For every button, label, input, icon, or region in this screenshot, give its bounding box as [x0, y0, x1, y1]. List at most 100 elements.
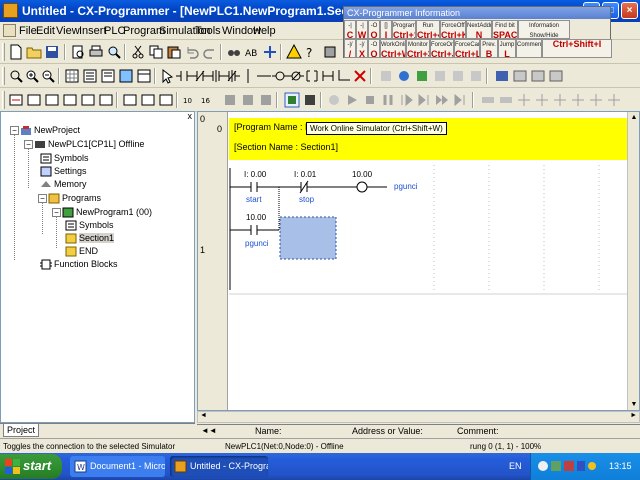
menu-tools[interactable]: Tools [195, 25, 221, 37]
start-button[interactable]: start [0, 454, 62, 479]
sim-tool-4-icon[interactable] [534, 92, 550, 108]
warning-icon[interactable] [286, 44, 302, 60]
sim-tool-1-icon[interactable] [480, 92, 496, 108]
zoom-icon[interactable] [106, 44, 122, 60]
new-file-icon[interactable] [8, 44, 24, 60]
rung-comments-icon[interactable] [100, 68, 116, 84]
tools-icon[interactable] [322, 44, 338, 60]
compile-icon[interactable] [414, 68, 430, 84]
line-connect-icon[interactable] [336, 68, 352, 84]
transfer-to-plc-icon[interactable] [122, 92, 138, 108]
save-icon[interactable] [44, 44, 60, 60]
scroll-right-icon[interactable]: ► [630, 412, 637, 419]
set-icon[interactable] [222, 92, 238, 108]
tree-item-memory[interactable]: Memory [40, 178, 87, 190]
tree-item-end[interactable]: END [65, 245, 98, 257]
cross-reference-icon[interactable] [262, 44, 278, 60]
tree-item-function-blocks[interactable]: Function Blocks [40, 258, 118, 270]
ladder-diagram-view[interactable]: 0 0 1 [Program Name : NewP [Section Name… [197, 111, 640, 411]
tool-c-icon[interactable] [468, 68, 484, 84]
help-pointer-icon[interactable]: ? [304, 44, 320, 60]
horizontal-scrollbar[interactable]: ◄ ► [197, 411, 640, 423]
simulator-settings-icon[interactable] [302, 92, 318, 108]
reset-icon[interactable] [240, 92, 256, 108]
menu-help[interactable]: Help [253, 25, 276, 37]
rung-0[interactable]: I: 0.00 start I: 0.01 stop 10.00 pgunci … [229, 160, 639, 410]
sim-tool-7-icon[interactable] [588, 92, 604, 108]
nav-arrows-icon[interactable]: ◄◄ [201, 426, 217, 435]
copy-icon[interactable] [148, 44, 164, 60]
expand-newplc1[interactable]: − [24, 140, 33, 149]
contact-or-icon[interactable] [208, 68, 224, 84]
scroll-left-icon[interactable]: ◄ [200, 412, 207, 419]
work-online-icon[interactable] [8, 92, 24, 108]
tool-a-icon[interactable] [432, 68, 448, 84]
sim-continue-icon[interactable] [434, 92, 450, 108]
print-icon[interactable] [88, 44, 104, 60]
compare-icon[interactable] [158, 92, 174, 108]
workspace-close-button[interactable]: x [188, 111, 193, 121]
contact-no-icon[interactable] [176, 68, 192, 84]
sim-tool-6-icon[interactable] [570, 92, 586, 108]
sim-step-out-icon[interactable] [416, 92, 432, 108]
expand-newprogram1[interactable]: − [52, 208, 61, 217]
scroll-up-icon[interactable]: ▲ [629, 113, 639, 123]
grid-icon[interactable] [64, 68, 80, 84]
vertical-line-icon[interactable] [240, 68, 256, 84]
tab-project[interactable]: Project [3, 424, 39, 437]
tree-item-local-symbols[interactable]: Symbols [65, 219, 114, 231]
debug-mode-icon[interactable] [62, 92, 78, 108]
replace-icon[interactable]: AB [244, 44, 260, 60]
program-mode-icon[interactable] [44, 92, 60, 108]
menu-insert[interactable]: Insert [79, 25, 107, 37]
menu-view[interactable]: View [56, 25, 80, 37]
redo-icon[interactable] [202, 44, 218, 60]
sim-stop-icon[interactable] [362, 92, 378, 108]
differential-monitor-icon[interactable] [258, 92, 274, 108]
watch-window-icon[interactable] [136, 68, 152, 84]
tree-item-programs[interactable]: Programs [40, 192, 101, 204]
expand-newproject[interactable]: − [10, 126, 19, 135]
vertical-scrollbar[interactable]: ▲ ▼ [627, 112, 639, 410]
menu-file[interactable]: File [19, 25, 37, 37]
force-off-icon[interactable]: 16 [200, 92, 216, 108]
settings-view-icon[interactable] [548, 68, 564, 84]
transfer-from-plc-icon[interactable] [140, 92, 156, 108]
undo-icon[interactable] [184, 44, 200, 60]
document-icon[interactable] [3, 24, 16, 37]
sim-break-icon[interactable] [452, 92, 468, 108]
sim-tool-5-icon[interactable] [552, 92, 568, 108]
run-mode-icon[interactable] [98, 92, 114, 108]
menu-edit[interactable]: Edit [36, 25, 55, 37]
work-online-simulator-icon[interactable] [284, 92, 300, 108]
sim-tool-3-icon[interactable] [516, 92, 532, 108]
scroll-down-icon[interactable]: ▼ [629, 400, 639, 410]
tray-icons[interactable] [537, 459, 597, 473]
tree-item-newprogram1[interactable]: NewProgram1 (00) [62, 206, 152, 218]
tree-item-newplc1[interactable]: NewPLC1[CP1L] Offline [34, 138, 144, 150]
tree-item-section1[interactable]: Section1 [65, 232, 115, 244]
instruction-2-icon[interactable] [320, 68, 336, 84]
paste-icon[interactable] [166, 44, 182, 60]
auto-online-icon[interactable] [26, 92, 42, 108]
taskbar-item-cx-programmer[interactable]: Untitled - CX-Program... [170, 456, 268, 477]
find-icon[interactable] [226, 44, 242, 60]
sim-tool-8-icon[interactable] [606, 92, 622, 108]
online-edit-icon[interactable] [396, 68, 412, 84]
io-table-icon[interactable] [494, 68, 510, 84]
delete-line-icon[interactable] [352, 68, 368, 84]
force-on-icon[interactable]: 10 [182, 92, 198, 108]
sim-step-icon[interactable] [326, 92, 342, 108]
sim-tool-2-icon[interactable] [498, 92, 514, 108]
monitor-icon[interactable] [118, 68, 134, 84]
disabled-tool-icon[interactable] [378, 68, 394, 84]
tree-item-newproject[interactable]: NewProject [20, 124, 80, 136]
taskbar-item-word[interactable]: W Document1 - Microsof... [70, 456, 165, 477]
sim-pause-icon[interactable] [380, 92, 396, 108]
select-mode-icon[interactable] [160, 68, 176, 84]
sim-step-in-icon[interactable] [398, 92, 414, 108]
cut-icon[interactable] [130, 44, 146, 60]
print-preview-icon[interactable] [70, 44, 86, 60]
tree-item-global-symbols[interactable]: Symbols [40, 152, 89, 164]
tool-b-icon[interactable] [450, 68, 466, 84]
